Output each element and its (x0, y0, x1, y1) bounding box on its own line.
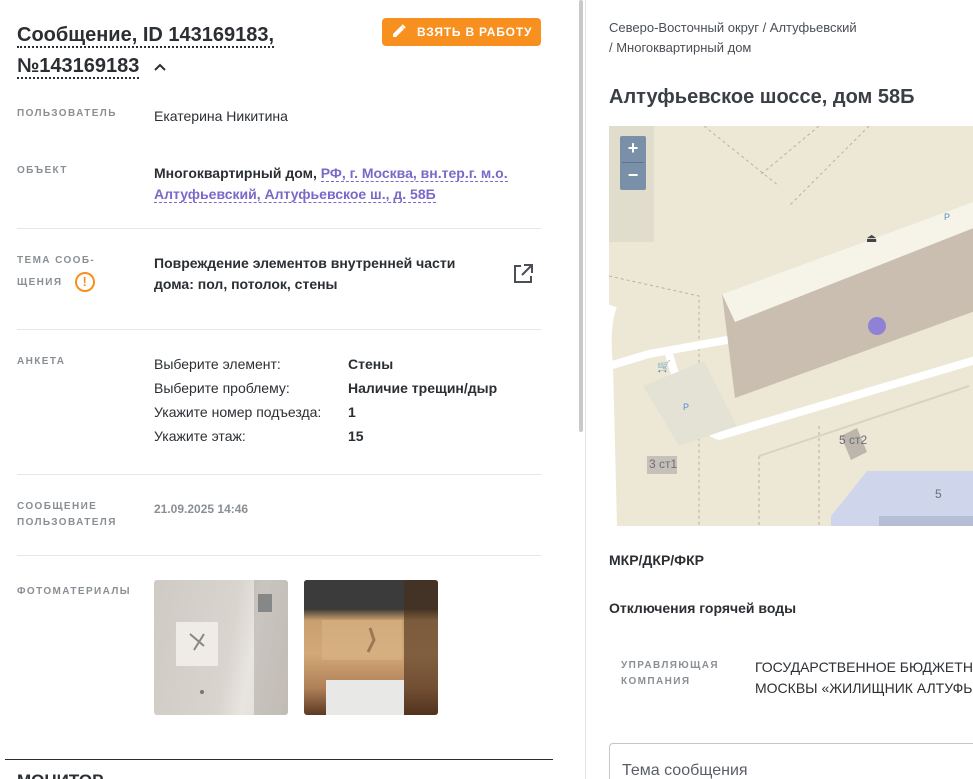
management-company-line2: МОСКВЫ «ЖИЛИЩНИК АЛТУФЬЕ (755, 680, 973, 696)
management-company-value: ГОСУДАРСТВЕННОЕ БЮДЖЕТНОЕ МОСКВЫ «ЖИЛИЩН… (755, 657, 973, 699)
survey-question: Укажите номер подъезда: (154, 404, 322, 420)
photo-thumbnail[interactable] (154, 580, 288, 715)
divider (17, 555, 541, 556)
message-topic-placeholder: Тема сообщения (622, 762, 748, 779)
zoom-in-button[interactable]: + (620, 136, 646, 162)
section-divider (5, 759, 553, 760)
photo-thumbnail[interactable] (304, 580, 438, 715)
breadcrumb: Северо-Восточный округ / Алтуфьевский / … (609, 18, 909, 58)
topic-label-line2: ЩЕНИЯ (17, 277, 63, 288)
survey-answer: 1 (348, 404, 356, 420)
survey-answer: 15 (348, 428, 364, 444)
parking-label: P (944, 212, 951, 222)
management-company-line1: ГОСУДАРСТВЕННОЕ БЮДЖЕТНОЕ (755, 659, 973, 675)
divider (17, 329, 541, 330)
survey-question: Укажите этаж: (154, 428, 246, 444)
user-message-label-line2: ПОЛЬЗОВАТЕЛЯ (17, 517, 117, 528)
user-message-label: СООБЩЕНИЕ ПОЛЬЗОВАТЕЛЯ (17, 499, 117, 531)
message-title: Сообщение, ID 143169183, №143169183 (17, 20, 357, 82)
svg-text:🛒: 🛒 (657, 360, 671, 373)
topic-label-line1: ТЕМА СООБ- (17, 255, 96, 266)
topic-label: ТЕМА СООБ- ЩЕНИЯ ! (17, 253, 96, 293)
building-label: 3 ст1 (649, 457, 678, 471)
scrollbar[interactable] (579, 0, 583, 432)
map[interactable]: ⏏ 🛒 P P 5 ст2 3 ст1 5 + − (609, 126, 973, 526)
divider (17, 474, 541, 475)
survey-row: Выберите элемент: Стены (154, 352, 497, 376)
object-value: Многоквартирный дом, РФ, г. Москва, вн.т… (154, 163, 524, 205)
management-company-label-line1: УПРАВЛЯЮЩАЯ (621, 660, 719, 671)
building-label: 5 (935, 487, 942, 501)
photos-label: ФОТОМАТЕРИАЛЫ (17, 586, 131, 597)
building-label: 5 ст2 (839, 433, 868, 447)
pencil-icon (392, 23, 417, 41)
object-label: ОБЪЕКТ (17, 165, 68, 176)
topic-value: Повреждение элементов внутренней части д… (154, 255, 456, 292)
address-title: Алтуфьевское шоссе, дом 58Б (609, 86, 915, 108)
hot-water-heading: Отключения горячей воды (609, 600, 797, 616)
survey-answer: Стены (348, 356, 394, 372)
location-marker[interactable] (868, 317, 886, 335)
map-zoom-controls: + − (620, 136, 646, 190)
survey-question: Выберите проблему: (154, 380, 290, 396)
open-external-icon[interactable] (512, 263, 534, 285)
parking-label: P (683, 402, 690, 412)
user-label: ПОЛЬЗОВАТЕЛЬ (17, 108, 117, 119)
survey-answer: Наличие трещин/дыр (348, 380, 498, 396)
survey-row: Выберите проблему: Наличие трещин/дыр (154, 376, 497, 400)
message-title-line1: Сообщение, ID 143169183, (17, 24, 275, 48)
survey-row: Укажите этаж: 15 (154, 424, 497, 448)
survey-label: АНКЕТА (17, 356, 66, 367)
chevron-up-icon[interactable] (153, 51, 167, 82)
message-panel: Сообщение, ID 143169183, №143169183 ВЗЯТ… (0, 0, 585, 779)
management-company-label: УПРАВЛЯЮЩАЯ КОМПАНИЯ (621, 658, 731, 690)
repair-program-heading: МКР/ДКР/ФКР (609, 552, 705, 568)
user-message-date: 21.09.2025 14:46 (154, 502, 249, 516)
object-type: Многоквартирный дом, (154, 165, 321, 181)
warning-icon: ! (74, 272, 95, 293)
svg-text:⏏: ⏏ (866, 231, 877, 245)
divider (17, 228, 541, 229)
management-company-label-line2: КОМПАНИЯ (621, 676, 691, 687)
breadcrumb-line1[interactable]: Северо-Восточный округ / Алтуфьевский (609, 20, 857, 35)
user-message-label-line1: СООБЩЕНИЕ (17, 501, 98, 512)
object-panel: Северо-Восточный округ / Алтуфьевский / … (586, 0, 973, 779)
take-to-work-label: ВЗЯТЬ В РАБОТУ (417, 25, 533, 39)
survey-question: Выберите элемент: (154, 356, 281, 372)
survey-row: Укажите номер подъезда: 1 (154, 400, 497, 424)
survey-list: Выберите элемент: Стены Выберите проблему… (154, 352, 497, 448)
user-value: Екатерина Никитина (154, 108, 288, 124)
message-topic-field[interactable]: Тема сообщения (609, 743, 973, 779)
message-title-line2: №143169183 (17, 55, 140, 79)
zoom-out-button[interactable]: − (620, 163, 646, 189)
breadcrumb-line2[interactable]: / Многоквартирный дом (609, 40, 751, 55)
monitor-heading: МОНИТОР (17, 771, 103, 779)
take-to-work-button[interactable]: ВЗЯТЬ В РАБОТУ (382, 18, 541, 46)
